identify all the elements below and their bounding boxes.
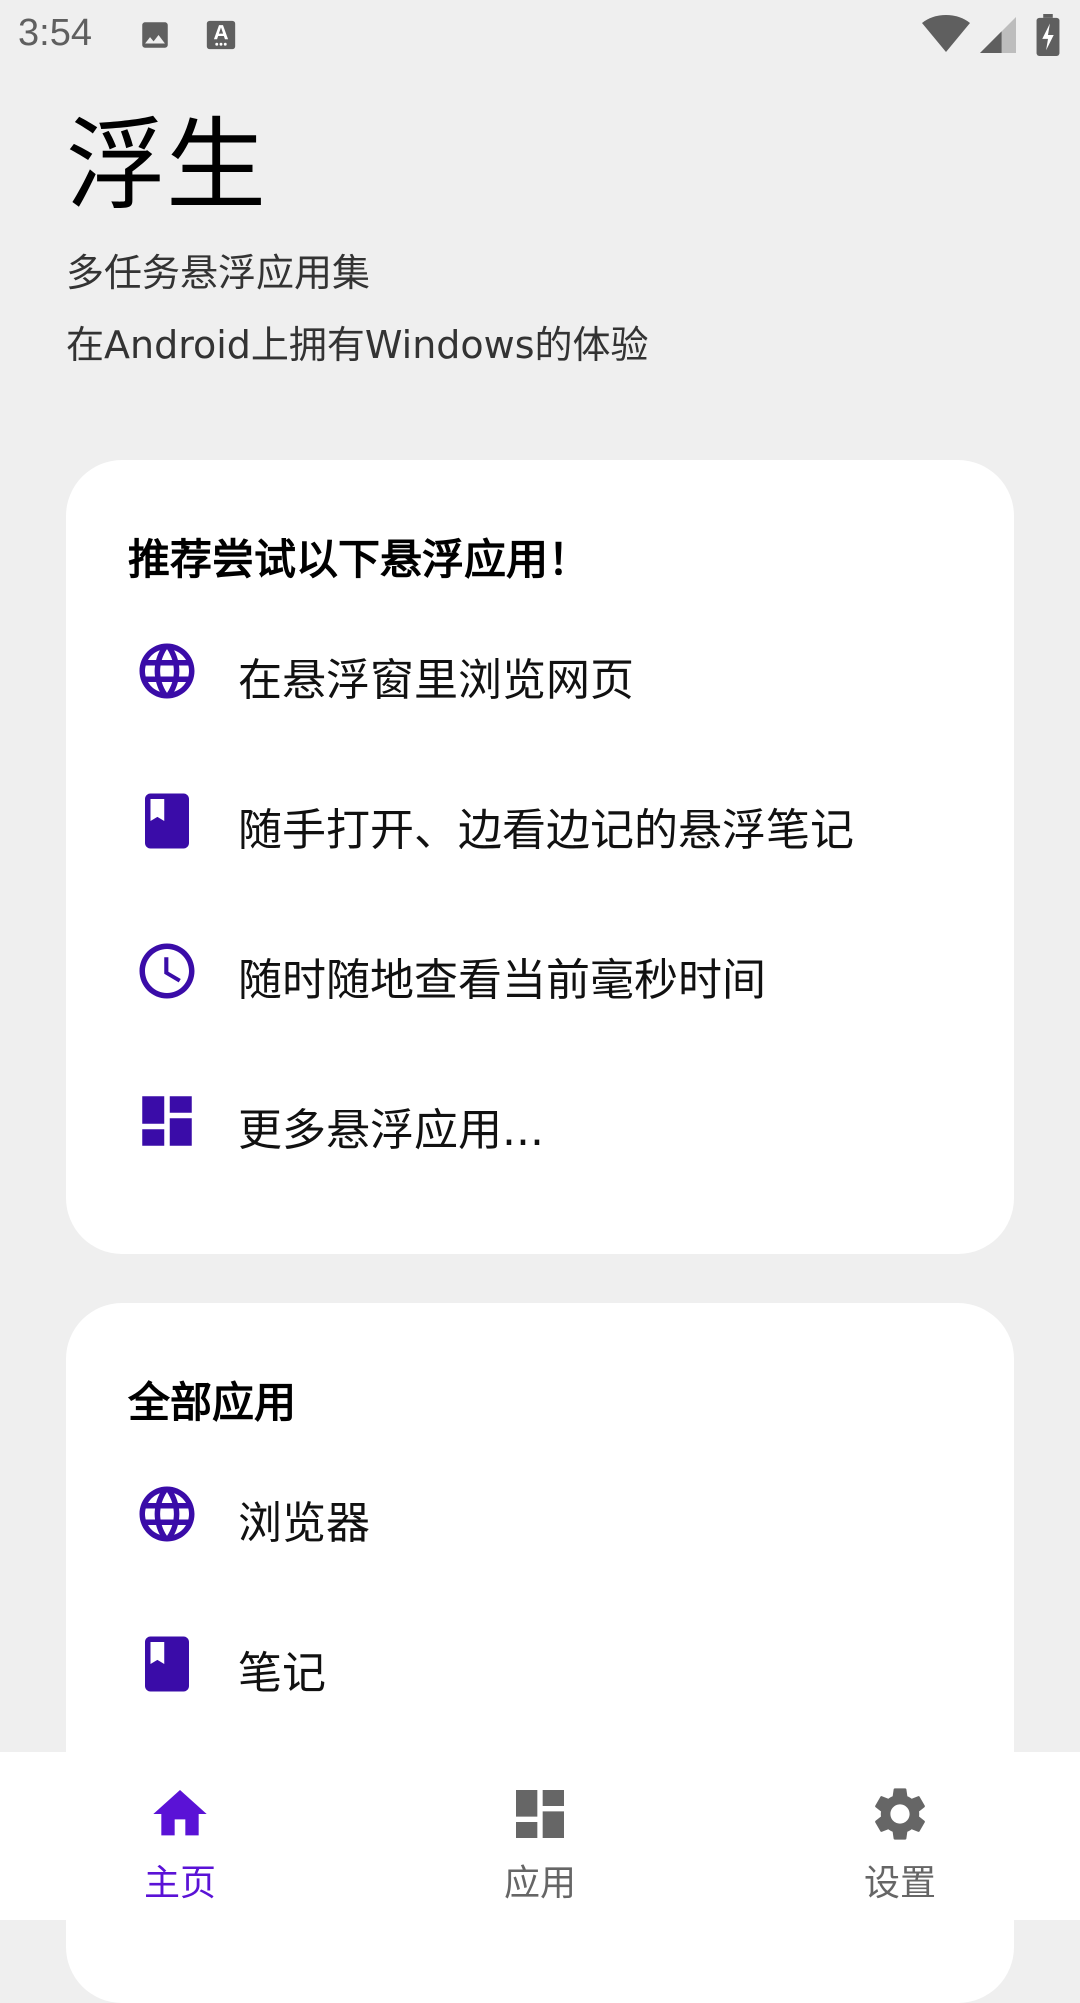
dashboard-icon (508, 1782, 572, 1846)
bottom-navigation: 主页 应用 设置 (0, 1752, 1080, 1920)
battery-charging-icon (1036, 14, 1060, 60)
nav-item-home[interactable]: 主页 (0, 1752, 360, 1920)
nav-item-settings[interactable]: 设置 (720, 1752, 1080, 1920)
all-apps-card-title: 全部应用 (128, 1378, 297, 1427)
signal-icon (980, 16, 1016, 58)
recommend-item-label: 更多悬浮应用... (238, 1105, 544, 1156)
nav-label-home: 主页 (143, 1863, 216, 1904)
recommend-card: 推荐尝试以下悬浮应用！ 在悬浮窗里浏览网页 随手打开、边看边记的悬浮笔记 随时随… (66, 460, 1014, 1254)
wifi-icon (922, 14, 970, 58)
app-item-label: 浏览器 (238, 1498, 370, 1549)
recommend-item-label: 在悬浮窗里浏览网页 (238, 655, 634, 706)
globe-icon (134, 638, 200, 704)
recommend-item-label: 随时随地查看当前毫秒时间 (238, 955, 766, 1006)
nav-label-apps: 应用 (503, 1863, 576, 1904)
status-bar: 3:54 (0, 0, 1080, 72)
nav-item-apps[interactable]: 应用 (360, 1752, 720, 1920)
book-icon (134, 1631, 200, 1697)
app-subtitle: 多任务悬浮应用集 (66, 251, 371, 295)
clock-icon (134, 938, 200, 1004)
app-title: 浮生 (66, 107, 266, 224)
nav-label-settings: 设置 (863, 1863, 936, 1904)
recommend-item-label: 随手打开、边看边记的悬浮笔记 (238, 805, 854, 856)
recommend-item-browser[interactable]: 在悬浮窗里浏览网页 (66, 610, 1014, 730)
gear-icon (868, 1782, 932, 1846)
recommend-card-title: 推荐尝试以下悬浮应用！ (128, 535, 591, 584)
dashboard-icon (134, 1088, 200, 1154)
recommend-item-clock[interactable]: 随时随地查看当前毫秒时间 (66, 910, 1014, 1030)
book-icon (134, 788, 200, 854)
image-icon (138, 18, 172, 56)
recommend-item-notes[interactable]: 随手打开、边看边记的悬浮笔记 (66, 760, 1014, 880)
status-time: 3:54 (18, 12, 92, 54)
recommend-item-more[interactable]: 更多悬浮应用... (66, 1060, 1014, 1180)
keyboard-a-icon (204, 18, 238, 56)
app-description: 在Android上拥有Windows的体验 (66, 323, 649, 367)
app-item-notes[interactable]: 笔记 (66, 1603, 1014, 1723)
app-item-label: 笔记 (238, 1648, 326, 1699)
home-icon (148, 1782, 212, 1846)
globe-icon (134, 1481, 200, 1547)
app-item-browser[interactable]: 浏览器 (66, 1453, 1014, 1573)
